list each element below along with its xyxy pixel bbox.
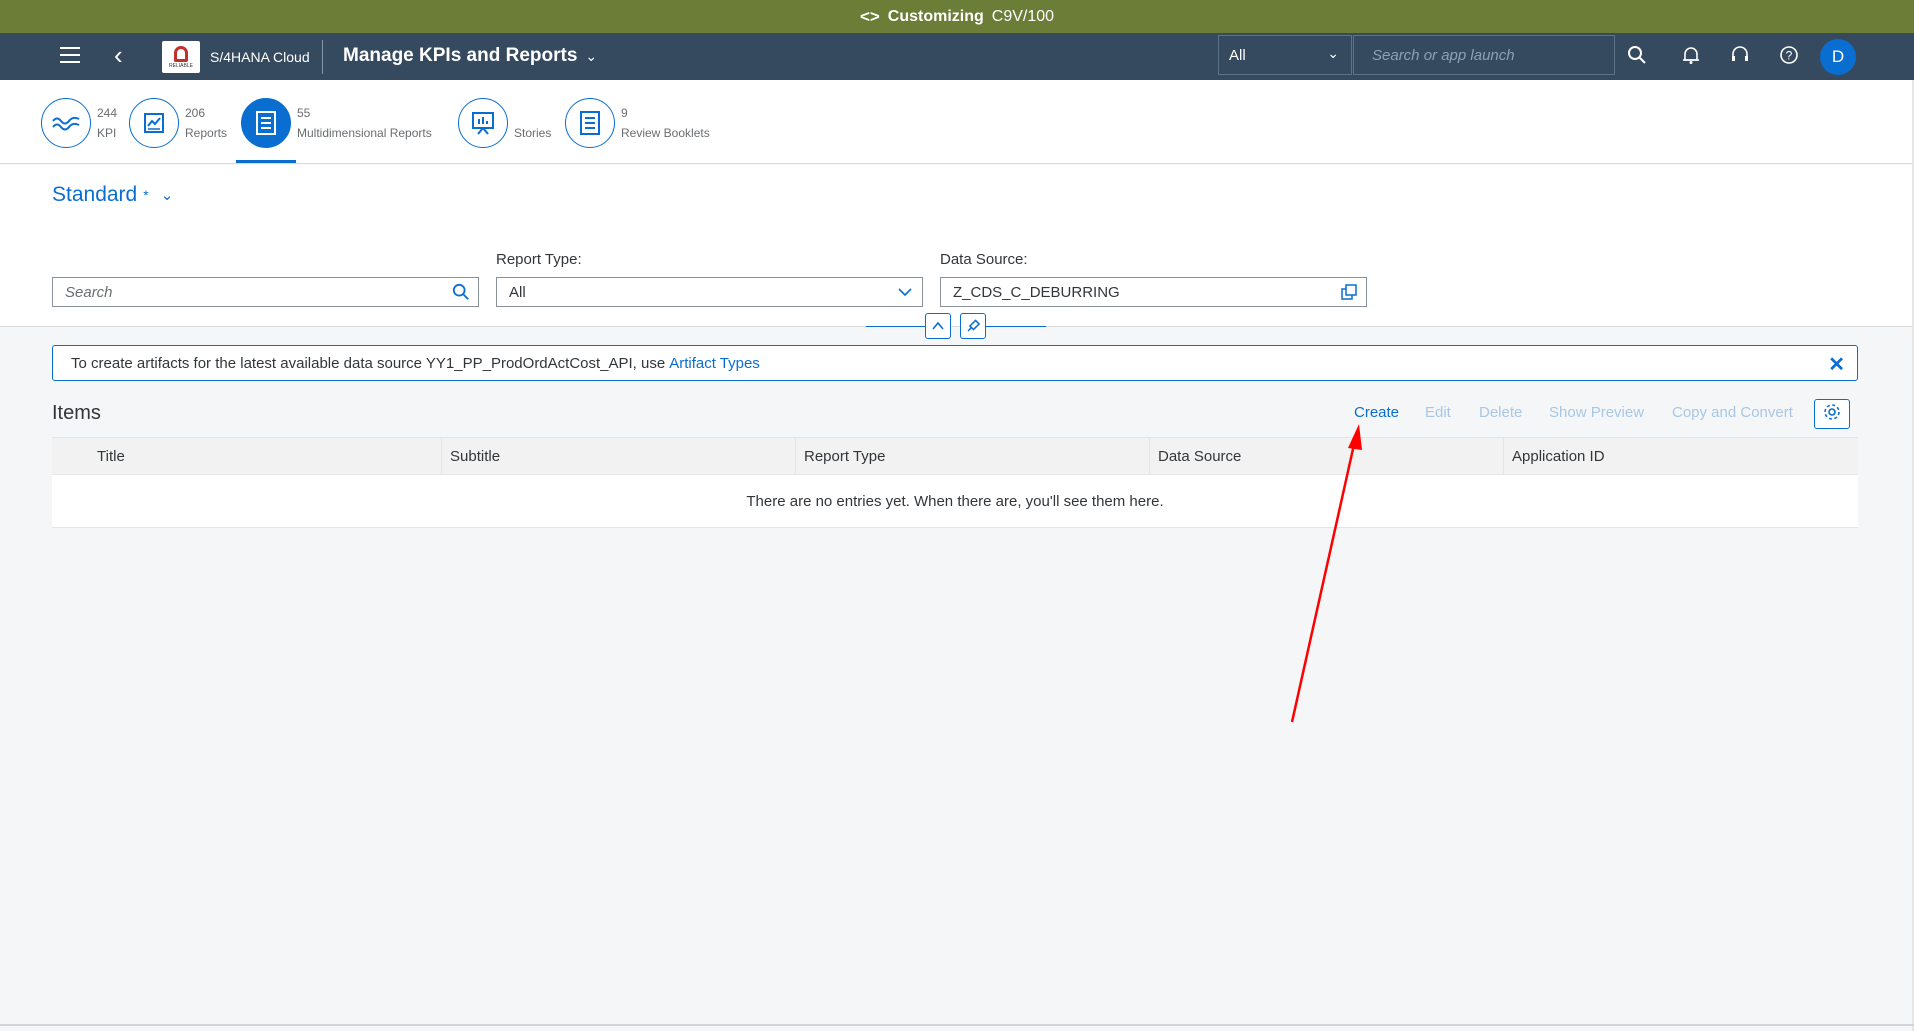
column-header-title[interactable]: Title <box>52 438 441 475</box>
search-scope-value: All <box>1229 46 1246 64</box>
story-icon <box>458 98 508 148</box>
report-icon <box>129 98 179 148</box>
variant-name: Standard <box>52 183 138 206</box>
message-text: To create artifacts for the latest avail… <box>71 354 666 372</box>
tab-count <box>514 103 551 123</box>
report-type-label: Report Type: <box>496 251 582 268</box>
column-header-application-id[interactable]: Application ID <box>1503 438 1858 475</box>
search-icon[interactable] <box>1624 42 1650 68</box>
tab-reports[interactable]: 206 Reports <box>129 98 227 148</box>
copy-and-convert-button[interactable]: Copy and Convert <box>1672 404 1793 421</box>
headset-icon[interactable] <box>1727 42 1753 68</box>
system-banner: <> Customizing C9V/100 <box>0 0 1914 33</box>
variant-modified-marker: * <box>143 187 149 203</box>
chevron-down-icon <box>896 283 914 305</box>
tab-count: 206 <box>185 106 206 120</box>
product-name: S/4HANA Cloud <box>210 49 310 65</box>
back-icon[interactable]: ‹ <box>114 42 123 68</box>
kpi-icon <box>41 98 91 148</box>
system-client: C9V/100 <box>991 7 1055 25</box>
artifact-types-link[interactable]: Artifact Types <box>669 355 760 372</box>
app-title-menu[interactable]: Manage KPIs and Reports ⌄ <box>343 45 597 67</box>
tab-label: Review Booklets <box>621 126 710 140</box>
tab-multidimensional-reports[interactable]: 55 Multidimensional Reports <box>241 98 432 148</box>
tab-stories[interactable]: Stories <box>458 98 551 148</box>
chevron-down-icon: ⌄ <box>585 47 598 64</box>
user-avatar[interactable]: D <box>1820 39 1856 75</box>
show-preview-button[interactable]: Show Preview <box>1549 404 1644 421</box>
data-source-label: Data Source: <box>940 251 1028 268</box>
search-scope-select[interactable]: All ⌄ <box>1218 35 1352 75</box>
tab-count: 9 <box>621 106 628 120</box>
system-title: Customizing <box>887 7 984 25</box>
tab-label: Multidimensional Reports <box>297 126 432 140</box>
column-header-subtitle[interactable]: Subtitle <box>441 438 795 475</box>
items-title: Items <box>52 402 101 424</box>
search-icon[interactable] <box>452 283 470 305</box>
page: <> Customizing C9V/100 ‹ RELIABLE S/4HAN… <box>0 0 1914 1031</box>
edit-button[interactable]: Edit <box>1425 404 1451 421</box>
collapse-line-right <box>986 326 1046 327</box>
column-header-data-source[interactable]: Data Source <box>1149 438 1503 475</box>
tab-label: KPI <box>97 126 117 140</box>
data-source-input[interactable]: Z_CDS_C_DEBURRING <box>940 277 1367 307</box>
collapse-line-left <box>866 326 926 327</box>
pin-icon[interactable] <box>960 313 986 339</box>
create-button[interactable]: Create <box>1354 404 1399 421</box>
column-header-report-type[interactable]: Report Type <box>795 438 1149 475</box>
booklet-icon <box>565 98 615 148</box>
footer-line <box>0 1024 1914 1026</box>
tab-count: 244 <box>97 106 118 120</box>
collapse-header-button[interactable] <box>925 313 951 339</box>
value-help-icon[interactable] <box>1340 283 1358 305</box>
company-logo[interactable]: RELIABLE <box>162 41 200 73</box>
info-message-strip: To create artifacts for the latest avail… <box>52 345 1858 381</box>
shell-divider <box>322 40 323 74</box>
variant-management[interactable]: Standard * ⌄ <box>52 183 173 207</box>
tab-count: 55 <box>297 106 311 120</box>
gear-icon <box>1822 402 1842 427</box>
code-icon: <> <box>859 6 880 26</box>
delete-button[interactable]: Delete <box>1479 404 1522 421</box>
items-table: Title Subtitle Report Type Data Source A… <box>52 437 1858 528</box>
tab-kpi[interactable]: 244 KPI <box>41 98 117 148</box>
empty-table-message: There are no entries yet. When there are… <box>52 475 1858 528</box>
icon-tab-bar: 244 KPI 206 Reports 55 Multidimensional Rep… <box>0 80 1914 164</box>
report-type-select[interactable]: All <box>496 277 923 307</box>
table-settings-button[interactable] <box>1814 399 1850 429</box>
tab-label: Stories <box>514 126 552 140</box>
search-input[interactable]: Search <box>52 277 479 307</box>
app-title: Manage KPIs and Reports <box>343 45 578 66</box>
tab-label: Reports <box>185 126 228 140</box>
shell-search-input[interactable]: Search or app launch <box>1353 35 1615 75</box>
table-header: Title Subtitle Report Type Data Source A… <box>52 437 1858 475</box>
chevron-down-icon: ⌄ <box>160 187 174 204</box>
multidimensional-report-icon <box>241 98 291 148</box>
svg-text:?: ? <box>1786 49 1793 63</box>
chevron-down-icon: ⌄ <box>1327 45 1339 61</box>
help-icon[interactable]: ? <box>1776 42 1802 68</box>
active-tab-indicator <box>236 160 296 163</box>
tab-review-booklets[interactable]: 9 Review Booklets <box>565 98 710 148</box>
menu-icon[interactable] <box>60 47 80 65</box>
close-icon[interactable]: ✕ <box>1828 352 1845 377</box>
filter-bar: Standard * ⌄ Search Report Type: All Data… <box>0 165 1914 339</box>
bell-icon[interactable] <box>1678 42 1704 68</box>
shell-bar: ‹ RELIABLE S/4HANA Cloud Manage KPIs and… <box>0 33 1914 80</box>
